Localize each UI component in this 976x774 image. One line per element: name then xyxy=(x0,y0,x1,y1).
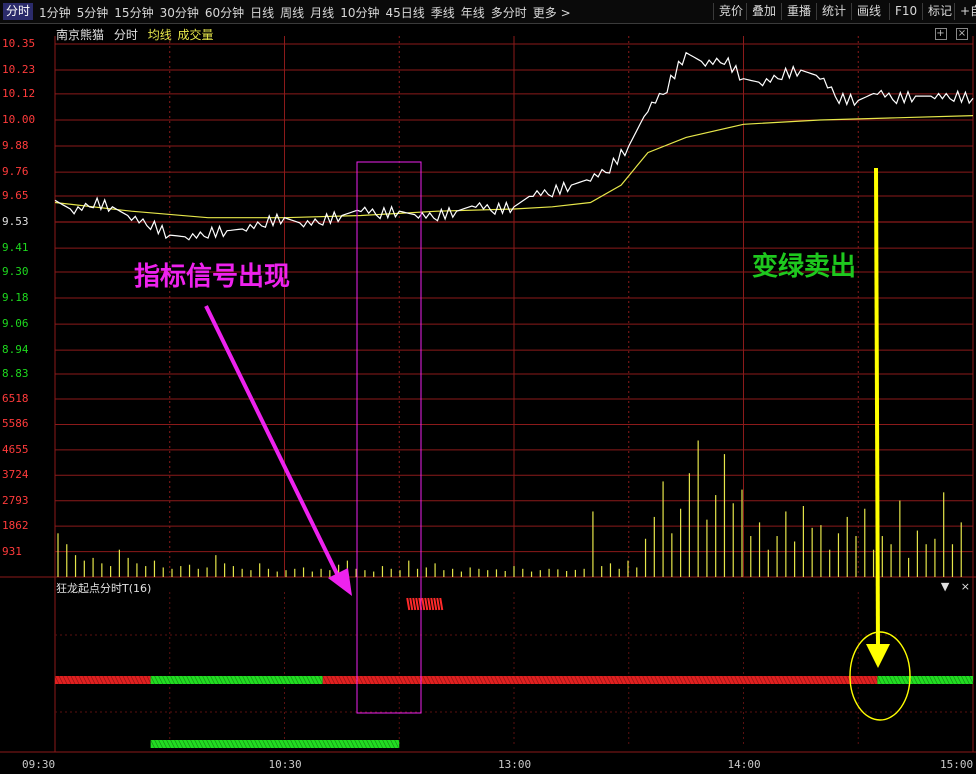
dropdown-icon[interactable]: ▼ xyxy=(941,580,949,593)
signal-mark xyxy=(421,597,426,611)
price-tick-label: 9.88 xyxy=(2,139,29,153)
price-tick-label: 8.94 xyxy=(2,343,29,357)
signal-mark xyxy=(427,597,432,611)
price-tick-label: 9.30 xyxy=(2,264,29,278)
price-tick-label: 10.12 xyxy=(2,86,36,100)
time-tick-label: 15:00 xyxy=(940,758,974,771)
time-tick-label: 13:00 xyxy=(498,758,532,771)
price-tick-label: 9.76 xyxy=(2,165,29,179)
signal-box xyxy=(356,161,422,714)
volume-tick-label: 931 xyxy=(2,544,22,558)
signal-mark xyxy=(439,597,444,611)
signal-annotation: 指标信号出现 xyxy=(134,262,291,292)
price-tick-label: 8.83 xyxy=(2,367,29,380)
time-tick-label: 14:00 xyxy=(727,758,761,771)
indicator-band xyxy=(877,676,973,684)
price-tick-label: 10.23 xyxy=(2,63,36,77)
signal-mark xyxy=(430,597,435,611)
signal-arrow-head xyxy=(328,568,352,596)
volume-tick-label: 6518 xyxy=(2,392,29,405)
volume-tick-label: 2793 xyxy=(2,493,29,507)
indicator-icons: ▼ × xyxy=(941,580,970,593)
sell-arrow-shaft xyxy=(874,167,880,651)
close-icon[interactable]: × xyxy=(961,580,970,593)
price-tick-label: 9.41 xyxy=(2,241,29,255)
signal-mark xyxy=(424,597,429,611)
price-tick-label: 9.18 xyxy=(2,291,29,304)
signal-arrow-shaft xyxy=(204,305,342,581)
volume-tick-label: 3724 xyxy=(2,468,29,482)
signal-mark xyxy=(433,597,438,611)
sell-arrow-head xyxy=(866,644,890,668)
price-tick-label: 9.53 xyxy=(2,215,29,229)
chart-area xyxy=(0,36,976,753)
time-tick-label: 09:30 xyxy=(22,758,56,771)
indicator-band xyxy=(55,676,151,684)
volume-tick-label: 4655 xyxy=(2,442,29,456)
time-tick-label: 10:30 xyxy=(268,758,302,771)
signal-mark xyxy=(415,597,420,611)
signal-mark xyxy=(436,597,441,611)
volume-tick-label: 5586 xyxy=(2,417,29,431)
signal-mark xyxy=(412,597,417,611)
volume-tick-label: 1862 xyxy=(2,519,29,533)
signal-mark xyxy=(409,597,414,611)
indicator-title: 狂龙起点分时T(16) xyxy=(56,582,152,595)
price-tick-label: 9.65 xyxy=(2,188,29,202)
price-tick-label: 10.35 xyxy=(2,37,36,50)
sell-annotation: 变绿卖出 xyxy=(752,252,857,282)
price-tick-label: 9.06 xyxy=(2,317,29,331)
price-tick-label: 10.00 xyxy=(2,112,36,126)
signal-mark xyxy=(406,597,411,611)
